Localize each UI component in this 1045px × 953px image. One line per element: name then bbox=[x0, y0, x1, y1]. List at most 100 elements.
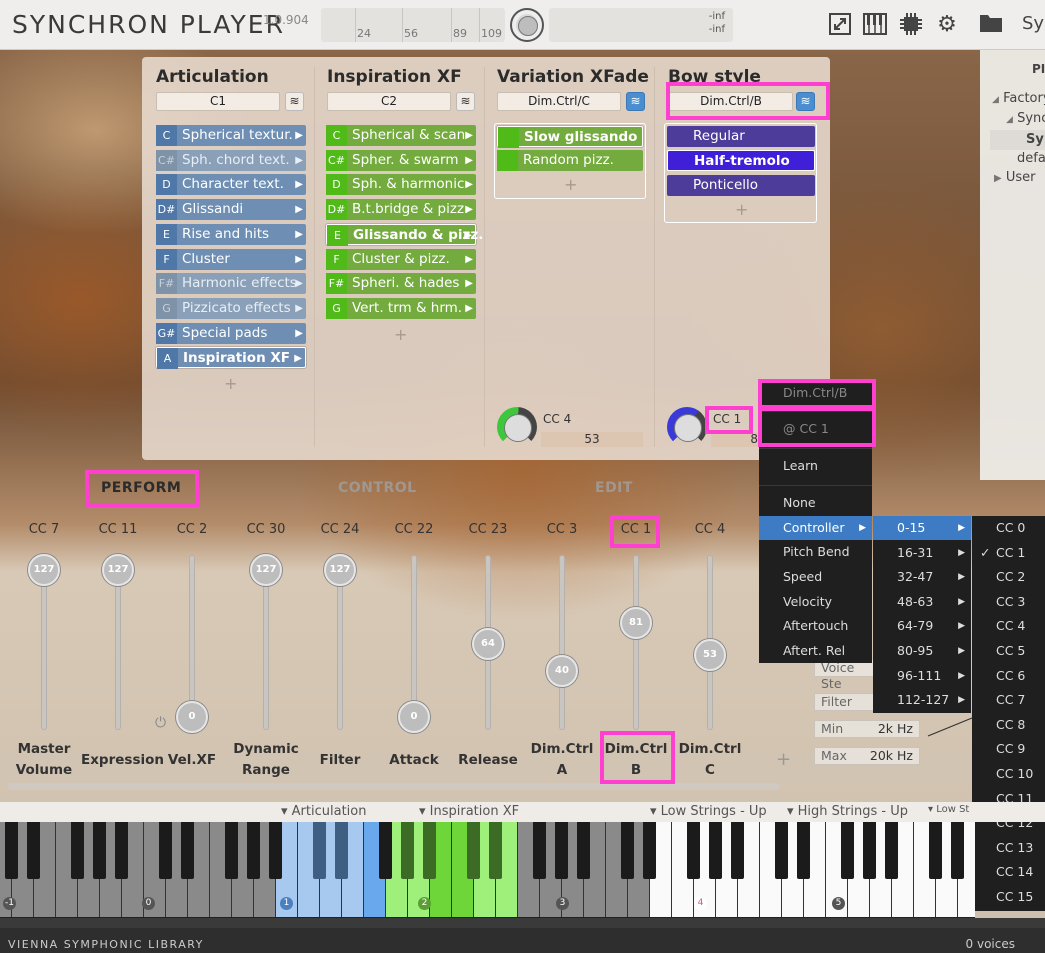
cc-range-item[interactable]: 16-31 ▶ bbox=[873, 541, 971, 565]
add-fader-button[interactable]: + bbox=[776, 749, 791, 770]
fader-track[interactable] bbox=[633, 555, 639, 730]
browser-item-user[interactable]: ▶ User bbox=[994, 170, 1035, 185]
col2-item[interactable]: D Sph. & harmonic ▶ bbox=[326, 174, 476, 196]
black-key[interactable] bbox=[225, 822, 238, 879]
black-key[interactable] bbox=[687, 822, 700, 879]
fader-thumb[interactable]: 81 bbox=[620, 606, 652, 639]
black-key[interactable] bbox=[709, 822, 722, 879]
filter-min-field[interactable]: Min 2k Hz bbox=[814, 720, 920, 738]
gear-icon[interactable]: ⚙ bbox=[934, 12, 960, 38]
menu-item-none[interactable]: None bbox=[759, 491, 872, 515]
black-key[interactable] bbox=[841, 822, 854, 879]
col2-item[interactable]: F Cluster & pizz. ▶ bbox=[326, 248, 476, 270]
cc-number-item[interactable]: CC 2 bbox=[972, 565, 1045, 589]
master-volume-knob[interactable] bbox=[510, 8, 544, 42]
menu-item-learn[interactable]: Learn bbox=[759, 454, 872, 478]
col2-item[interactable]: D# B.t.bridge & pizz. ▶ bbox=[326, 199, 476, 221]
cc-number-item[interactable]: CC 14 bbox=[972, 860, 1045, 884]
black-key[interactable] bbox=[71, 822, 84, 879]
black-key[interactable] bbox=[269, 822, 282, 879]
black-key[interactable] bbox=[929, 822, 942, 879]
col1-item[interactable]: A Inspiration XF ▶ bbox=[156, 347, 306, 370]
fader-track[interactable] bbox=[263, 570, 269, 730]
layers-icon[interactable]: ≋ bbox=[456, 92, 475, 111]
cpu-icon[interactable] bbox=[898, 12, 924, 38]
col2-item[interactable]: C Spherical & scan ▶ bbox=[326, 125, 476, 146]
cc-range-item[interactable]: 48-63 ▶ bbox=[873, 590, 971, 614]
col2-item[interactable]: F# Spheri. & hades ▶ bbox=[326, 273, 476, 295]
cc-number-item[interactable]: CC 6 bbox=[972, 664, 1045, 688]
black-key[interactable] bbox=[643, 822, 656, 879]
bowstyle-item-half-tremolo[interactable]: Half-tremolo bbox=[667, 150, 815, 171]
col1-item[interactable]: F# Harmonic effects ▶ bbox=[156, 273, 306, 295]
fader-track[interactable] bbox=[41, 570, 47, 730]
col1-item[interactable]: G# Special pads ▶ bbox=[156, 322, 306, 344]
col1-item[interactable]: G Pizzicato effects ▶ bbox=[156, 297, 306, 319]
cc-number-item[interactable]: CC 8 bbox=[972, 713, 1045, 737]
black-key[interactable] bbox=[401, 822, 414, 879]
filter-max-field[interactable]: Max 20k Hz bbox=[814, 747, 920, 765]
menu-item-controller[interactable]: Controller ▶ bbox=[759, 516, 872, 540]
black-key[interactable] bbox=[555, 822, 568, 879]
col1-item[interactable]: E Rise and hits ▶ bbox=[156, 223, 306, 245]
cc-number-item[interactable]: CC 7 bbox=[972, 688, 1045, 712]
black-key[interactable] bbox=[159, 822, 172, 879]
resize-icon[interactable] bbox=[827, 12, 853, 38]
variation-cc-value[interactable]: 53 bbox=[541, 432, 643, 447]
col2-item[interactable]: C# Spher. & swarm ▶ bbox=[326, 149, 476, 171]
browser-item-selected[interactable]: Syn bbox=[990, 130, 1045, 150]
power-icon[interactable]: ⏻ bbox=[155, 715, 166, 731]
cc-range-item[interactable]: 32-47 ▶ bbox=[873, 565, 971, 589]
variation-xfade-knob[interactable] bbox=[497, 407, 537, 447]
add-item-button[interactable]: + bbox=[224, 374, 237, 393]
add-bowstyle-button[interactable]: + bbox=[735, 200, 748, 219]
browser-item-default[interactable]: defau bbox=[1017, 151, 1045, 166]
bowstyle-item-regular[interactable]: Regular bbox=[667, 126, 815, 147]
piano-keyboard[interactable]: -1 0 1 2 3 4 5 bbox=[0, 822, 975, 918]
black-key[interactable] bbox=[247, 822, 260, 879]
col1-item[interactable]: D Character text. ▶ bbox=[156, 174, 306, 196]
fader-thumb[interactable]: 127 bbox=[28, 554, 60, 586]
folder-icon[interactable] bbox=[978, 12, 1004, 38]
cc-range-item[interactable]: 96-111 ▶ bbox=[873, 664, 971, 688]
layers-icon[interactable]: ≋ bbox=[626, 92, 645, 111]
fader-track[interactable] bbox=[559, 555, 565, 730]
menu-item-speed[interactable]: Speed bbox=[759, 565, 872, 589]
tab-control[interactable]: CONTROL bbox=[338, 480, 417, 496]
add-item-button[interactable]: + bbox=[394, 325, 407, 344]
menu-item-aftertouch-release[interactable]: Aftert. Rel bbox=[759, 639, 872, 663]
black-key[interactable] bbox=[533, 822, 546, 879]
black-key[interactable] bbox=[489, 822, 502, 879]
keyzone-inspiration[interactable]: ▾ Inspiration XF bbox=[419, 804, 519, 819]
cc-number-item[interactable]: CC 13 bbox=[972, 836, 1045, 860]
fader-track[interactable] bbox=[115, 570, 121, 730]
black-key[interactable] bbox=[313, 822, 326, 879]
menu-item-aftertouch[interactable]: Aftertouch bbox=[759, 614, 872, 638]
cc-number-item[interactable]: CC 0 bbox=[972, 516, 1045, 540]
fader-scrollbar[interactable] bbox=[8, 783, 780, 790]
fader-thumb[interactable]: 0 bbox=[176, 701, 208, 733]
black-key[interactable] bbox=[379, 822, 392, 879]
cc-range-item[interactable]: 64-79 ▶ bbox=[873, 614, 971, 638]
fader-thumb[interactable]: 127 bbox=[102, 554, 134, 586]
black-key[interactable] bbox=[951, 822, 964, 879]
keyzone-high-strings[interactable]: ▾ High Strings - Up bbox=[787, 804, 908, 819]
variation-item-slow-glissando[interactable]: Slow glissando bbox=[497, 126, 643, 148]
bowstyle-knob[interactable] bbox=[667, 407, 707, 447]
menu-item-pitch-bend[interactable]: Pitch Bend bbox=[759, 540, 872, 564]
black-key[interactable] bbox=[467, 822, 480, 879]
cc-number-item[interactable]: CC 3 bbox=[972, 590, 1045, 614]
black-key[interactable] bbox=[27, 822, 40, 879]
col1-item[interactable]: C Spherical textur. ▶ bbox=[156, 125, 306, 146]
black-key[interactable] bbox=[885, 822, 898, 879]
browser-item-factory[interactable]: ◢ Factory bbox=[992, 91, 1045, 106]
black-key[interactable] bbox=[797, 822, 810, 879]
fader-thumb[interactable]: 40 bbox=[546, 655, 578, 688]
cc-number-item[interactable]: CC 10 bbox=[972, 762, 1045, 786]
black-key[interactable] bbox=[181, 822, 194, 879]
cc-range-item[interactable]: 112-127 ▶ bbox=[873, 688, 971, 712]
inspiration-selector[interactable]: C2 bbox=[327, 92, 451, 111]
fader-thumb[interactable]: 127 bbox=[250, 554, 282, 586]
browser-item-sync[interactable]: ◢ Sync bbox=[1006, 111, 1045, 126]
fader-track[interactable] bbox=[337, 570, 343, 730]
